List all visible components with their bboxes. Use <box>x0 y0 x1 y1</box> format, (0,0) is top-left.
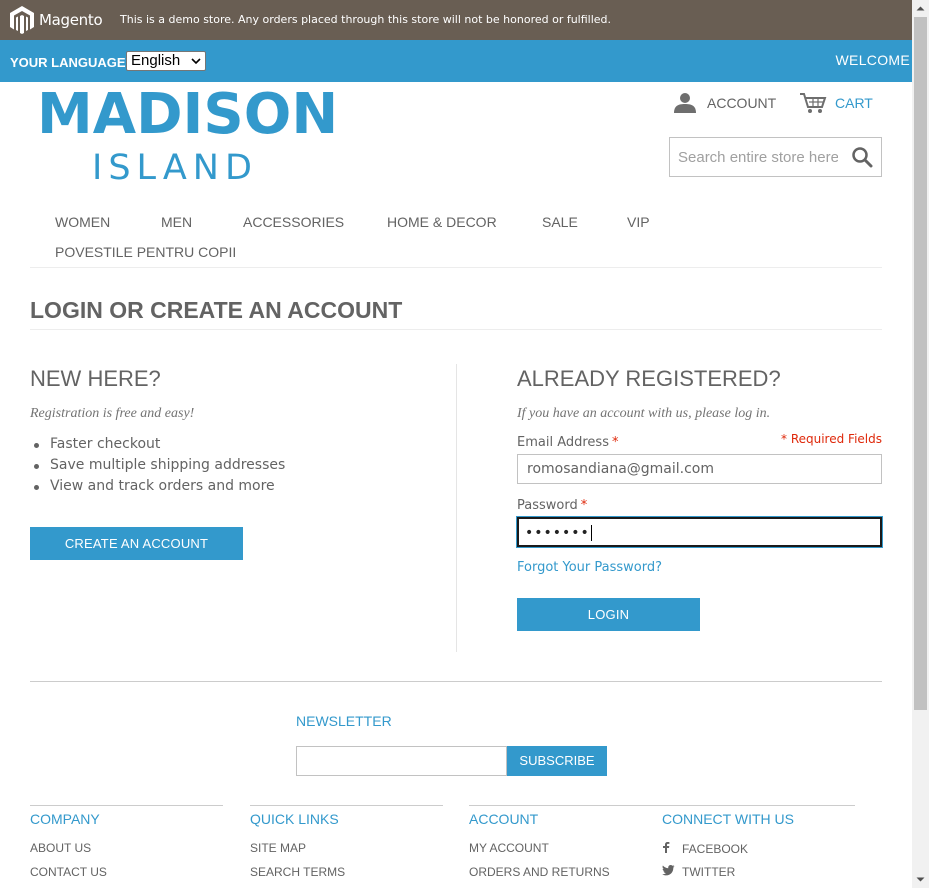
contact-us-link[interactable]: CONTACT US <box>30 865 107 879</box>
scroll-down-arrow-icon[interactable] <box>912 871 929 888</box>
new-customer-intro: Registration is free and easy! <box>30 406 195 421</box>
footer-connect-title: CONNECT WITH US <box>662 811 794 827</box>
email-label-text: Email Address <box>517 435 609 450</box>
account-link[interactable]: ACCOUNT <box>673 92 776 114</box>
nav-item-home-decor[interactable]: HOME & DECOR <box>387 214 497 230</box>
required-fields-note: * Required Fields <box>781 432 882 446</box>
registered-intro: If you have an account with us, please l… <box>517 406 771 421</box>
site-logo-sub[interactable]: ISLAND <box>92 148 258 188</box>
nav-item-women[interactable]: WOMEN <box>55 214 110 230</box>
required-marker: * <box>580 498 588 513</box>
newsletter-title: NEWSLETTER <box>296 713 392 729</box>
page-title: LOGIN OR CREATE AN ACCOUNT <box>30 297 403 323</box>
search-input[interactable] <box>678 147 838 167</box>
twitter-link[interactable]: TWITTER <box>662 865 735 879</box>
site-map-link[interactable]: SITE MAP <box>250 841 306 855</box>
nav-item-povestile[interactable]: POVESTILE PENTRU COPII <box>55 244 236 260</box>
magento-logo: Magento <box>9 5 103 35</box>
nav-item-vip[interactable]: VIP <box>627 214 650 230</box>
language-bar: YOUR LANGUAGE: English WELCOME <box>0 40 912 82</box>
subscribe-button[interactable]: SUBSCRIBE <box>507 746 607 776</box>
facebook-icon <box>662 841 682 856</box>
list-item: Save multiple shipping addresses <box>30 457 285 478</box>
vertical-scrollbar[interactable] <box>912 0 929 888</box>
footer-company: COMPANY ABOUT US CONTACT US <box>30 805 223 879</box>
password-label-text: Password <box>517 498 578 513</box>
footer-connect: CONNECT WITH US FACEBOOK TWITTER <box>662 805 855 879</box>
magento-logo-icon <box>10 6 34 34</box>
chevron-down-icon <box>191 52 201 76</box>
create-account-button[interactable]: CREATE AN ACCOUNT <box>30 527 243 560</box>
site-logo-main[interactable]: MADISON <box>37 84 338 146</box>
user-icon <box>674 93 696 113</box>
language-label: YOUR LANGUAGE: <box>10 55 130 70</box>
footer-company-title: COMPANY <box>30 811 100 827</box>
footer-account-title: ACCOUNT <box>469 811 539 827</box>
about-us-link[interactable]: ABOUT US <box>30 841 91 855</box>
column-divider <box>456 364 457 652</box>
account-label: ACCOUNT <box>707 95 777 111</box>
newsletter-email-input[interactable] <box>296 746 507 776</box>
nav-item-sale[interactable]: SALE <box>542 214 578 230</box>
facebook-link[interactable]: FACEBOOK <box>662 841 748 856</box>
password-label: Password * <box>517 498 587 513</box>
email-label: Email Address * <box>517 435 618 450</box>
my-account-link[interactable]: MY ACCOUNT <box>469 841 549 855</box>
facebook-label: FACEBOOK <box>682 841 749 856</box>
footer-account: ACCOUNT MY ACCOUNT ORDERS AND RETURNS <box>469 805 662 879</box>
email-field[interactable]: romosandiana@gmail.com <box>517 454 882 484</box>
nav-item-men[interactable]: MEN <box>161 214 192 230</box>
twitter-label: TWITTER <box>682 865 736 879</box>
welcome-message: WELCOME <box>835 52 910 68</box>
language-select[interactable]: English <box>126 51 206 71</box>
footer-divider <box>30 681 882 682</box>
twitter-icon <box>662 865 682 879</box>
demo-notice-bar: Magento This is a demo store. Any orders… <box>0 0 912 40</box>
magento-wordmark: Magento <box>39 11 103 29</box>
scroll-up-arrow-icon[interactable] <box>912 0 929 17</box>
nav-divider <box>30 267 882 268</box>
orders-returns-link[interactable]: ORDERS AND RETURNS <box>469 865 610 879</box>
list-item: View and track orders and more <box>30 478 285 499</box>
forgot-password-link[interactable]: Forgot Your Password? <box>517 560 662 575</box>
text-cursor <box>590 525 592 541</box>
search-button[interactable] <box>851 146 873 168</box>
search-icon <box>852 147 873 168</box>
benefits-list: Faster checkout Save multiple shipping a… <box>30 436 285 499</box>
password-value: ••••••• <box>525 525 590 541</box>
scrollbar-thumb[interactable] <box>914 17 927 710</box>
new-customer-title: NEW HERE? <box>30 366 161 391</box>
cart-label: CART <box>835 95 873 111</box>
footer-quick-links: QUICK LINKS SITE MAP SEARCH TERMS <box>250 805 443 879</box>
demo-notice-text: This is a demo store. Any orders placed … <box>120 13 612 26</box>
footer-quick-links-title: QUICK LINKS <box>250 811 339 827</box>
language-selected-value: English <box>131 52 181 69</box>
cart-icon <box>800 93 827 113</box>
login-button[interactable]: LOGIN <box>517 598 700 631</box>
required-marker: * <box>611 435 619 450</box>
search-box <box>669 137 882 177</box>
nav-item-accessories[interactable]: ACCESSORIES <box>243 214 344 230</box>
title-divider <box>30 329 882 330</box>
search-terms-link[interactable]: SEARCH TERMS <box>250 865 345 879</box>
list-item: Faster checkout <box>30 436 285 457</box>
page: Magento This is a demo store. Any orders… <box>0 0 912 888</box>
registered-title: ALREADY REGISTERED? <box>517 366 781 391</box>
password-field[interactable]: ••••••• <box>517 517 882 547</box>
cart-link[interactable]: CART <box>799 92 873 114</box>
